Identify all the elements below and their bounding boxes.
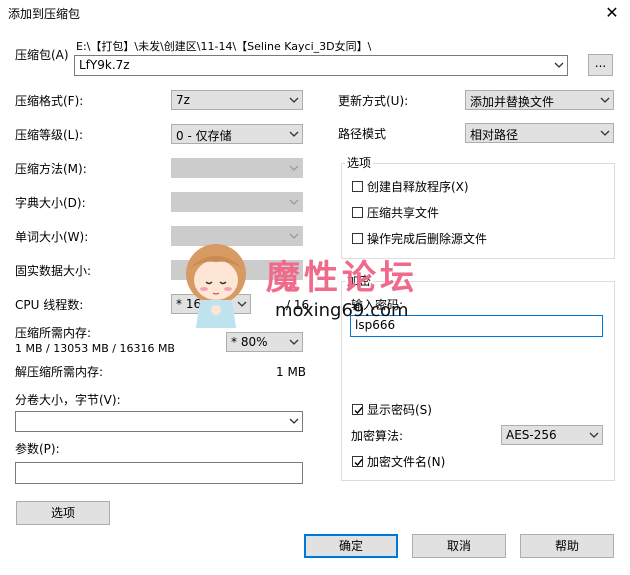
solid-label: 固实数据大小: — [15, 264, 92, 278]
watermark-title: 魔性论坛 — [266, 258, 418, 298]
check-icon — [354, 459, 363, 467]
enc-method-value: AES-256 — [506, 428, 557, 442]
memory-value: * 80% — [231, 335, 268, 349]
volume-combo[interactable] — [15, 411, 303, 432]
close-button[interactable]: ✕ — [600, 2, 624, 24]
decomp-value: 1 MB — [276, 365, 307, 379]
memory-label: 压缩所需内存: — [15, 326, 92, 340]
pathmode-label: 路径模式 — [338, 127, 387, 141]
options-button[interactable]: 选项 — [16, 501, 110, 525]
encrypt-names-label[interactable]: 加密文件名(N) — [367, 454, 445, 470]
pathmode-value: 相对路径 — [470, 128, 519, 142]
format-label: 压缩格式(F): — [15, 94, 84, 108]
format-value: 7z — [176, 93, 190, 107]
archive-path: E:\【打包】\未发\创建区\11-14\【Seline Kayci_3D女同】… — [76, 40, 372, 53]
update-label: 更新方式(U): — [338, 94, 409, 108]
ok-button[interactable]: 确定 — [304, 534, 398, 558]
window-title: 添加到压缩包 — [8, 7, 81, 21]
archive-label: 压缩包(A) — [15, 48, 69, 62]
volume-label: 分卷大小，字节(V): — [15, 393, 121, 407]
watermark-url: moxing69.com — [275, 300, 409, 321]
memory-select[interactable]: * 80% — [226, 332, 303, 352]
update-select[interactable]: 添加并替换文件 — [465, 90, 614, 110]
shared-checkbox[interactable] — [352, 207, 363, 218]
chevron-down-icon — [289, 97, 299, 103]
delete-label[interactable]: 操作完成后删除源文件 — [367, 231, 487, 247]
pathmode-select[interactable]: 相对路径 — [465, 123, 614, 143]
browse-button[interactable]: ... — [588, 54, 613, 76]
chevron-down-icon — [589, 432, 599, 438]
mascot-icon — [186, 244, 246, 328]
params-input[interactable] — [15, 462, 303, 484]
sfx-label[interactable]: 创建自释放程序(X) — [367, 179, 469, 195]
dict-select[interactable] — [171, 192, 303, 212]
chevron-down-icon — [289, 199, 299, 205]
decomp-label: 解压缩所需内存: — [15, 365, 104, 379]
options-legend: 选项 — [345, 155, 374, 171]
level-value: 0 - 仅存储 — [176, 129, 232, 143]
update-value: 添加并替换文件 — [470, 95, 555, 109]
chevron-down-icon — [600, 97, 610, 103]
enc-method-select[interactable]: AES-256 — [501, 425, 603, 445]
archive-name-combo[interactable]: LfY9k.7z — [74, 55, 568, 76]
check-icon — [354, 407, 363, 415]
chevron-down-icon — [289, 165, 299, 171]
help-button[interactable]: 帮助 — [520, 534, 614, 558]
chevron-down-icon — [289, 418, 299, 424]
params-label: 参数(P): — [15, 442, 60, 456]
cancel-button[interactable]: 取消 — [412, 534, 506, 558]
word-label: 单词大小(W): — [15, 230, 89, 244]
threads-label: CPU 线程数: — [15, 298, 84, 312]
show-password-label[interactable]: 显示密码(S) — [367, 402, 432, 418]
chevron-down-icon — [600, 130, 610, 136]
dict-label: 字典大小(D): — [15, 196, 86, 210]
chevron-down-icon — [289, 131, 299, 137]
level-label: 压缩等级(L): — [15, 128, 84, 142]
method-label: 压缩方法(M): — [15, 162, 87, 176]
archive-name-value: LfY9k.7z — [79, 58, 130, 72]
chevron-down-icon — [289, 339, 299, 345]
method-select[interactable] — [171, 158, 303, 178]
enc-method-label: 加密算法: — [351, 429, 404, 443]
chevron-down-icon — [554, 62, 564, 68]
format-select[interactable]: 7z — [171, 90, 303, 110]
level-select[interactable]: 0 - 仅存储 — [171, 124, 303, 144]
encrypt-names-checkbox[interactable] — [352, 456, 363, 467]
chevron-down-icon — [289, 233, 299, 239]
shared-label[interactable]: 压缩共享文件 — [367, 205, 439, 221]
show-password-checkbox[interactable] — [352, 404, 363, 415]
delete-checkbox[interactable] — [352, 233, 363, 244]
sfx-checkbox[interactable] — [352, 181, 363, 192]
memory-stats: 1 MB / 13053 MB / 16316 MB — [15, 342, 175, 355]
